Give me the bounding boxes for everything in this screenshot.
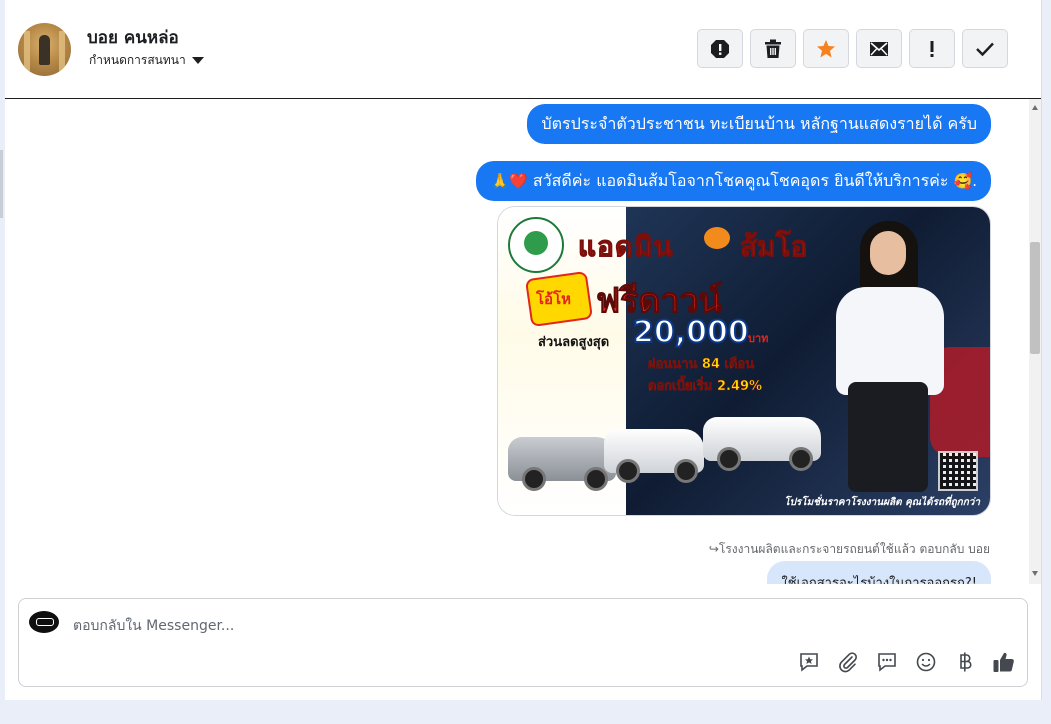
- assign-conversation-dropdown[interactable]: กำหนดการสนทนา: [89, 51, 204, 70]
- mark-unread-button[interactable]: [856, 29, 902, 68]
- dealer-logo: [508, 217, 564, 273]
- car-pickup: [604, 429, 704, 483]
- scrollbar-thumb[interactable]: [1030, 242, 1040, 354]
- qr-code: [938, 451, 978, 491]
- attach-button[interactable]: [835, 649, 861, 675]
- exclamation-icon: [930, 40, 934, 57]
- check-icon: [976, 42, 994, 56]
- promo-footer-text: โปรโมชั่นราคาโรงงานผลิต คุณได้รถที่ถูกกว…: [784, 497, 980, 508]
- promo-title-admin: แอดมิน: [578, 230, 674, 264]
- chat-icon: [878, 653, 896, 672]
- delete-button[interactable]: [750, 29, 796, 68]
- message-bubble: บัตรประจำตัวประชาชน ทะเบียนบ้าน หลักฐานแ…: [527, 104, 991, 144]
- promo-image[interactable]: แอดมิน ส้มโอ โอ้โห ฟรีดาวน์ ส่วนลดสูงสุด…: [497, 206, 991, 516]
- message-input[interactable]: [71, 614, 975, 638]
- pray-heart-emoji: 🙏❤️: [490, 172, 528, 190]
- scroll-up-icon[interactable]: [1032, 105, 1038, 110]
- message-bubble: 🙏❤️ สวัสดีค่ะ แอดมินส้มโอจากโชคคูณโชคอุด…: [476, 161, 991, 201]
- left-edge-marker: [0, 150, 3, 218]
- star-button[interactable]: [803, 29, 849, 68]
- emoji-button[interactable]: [913, 649, 939, 675]
- emoji-icon: [916, 652, 936, 672]
- smiling-hearts-emoji: 🥰.: [953, 172, 977, 190]
- reply-composer: [18, 598, 1028, 687]
- scroll-down-icon[interactable]: [1032, 571, 1038, 576]
- orange-icon: [704, 227, 730, 249]
- car-pickup-rack: [703, 417, 821, 471]
- promo-amount: 20,000: [632, 314, 750, 351]
- baht-icon: [960, 652, 972, 672]
- saved-reply-icon: [800, 653, 818, 672]
- contact-name[interactable]: บอย คนหล่อ: [87, 24, 179, 51]
- promo-give: โอ้โห: [536, 290, 572, 308]
- scrollbar[interactable]: [1029, 99, 1041, 584]
- like-icon: [993, 652, 1014, 672]
- conversation-panel: บอย คนหล่อ กำหนดการสนทนา บัตรประจำตัวประ…: [5, 0, 1042, 700]
- like-button[interactable]: [991, 649, 1017, 675]
- message-text: สวัสดีค่ะ แอดมินส้มโอจากโชคคูณโชคอุดร ยิ…: [527, 171, 954, 190]
- saved-reply-button[interactable]: [796, 649, 822, 675]
- car-sedan: [508, 437, 616, 491]
- star-icon: [817, 39, 835, 57]
- page-avatar: [29, 611, 59, 633]
- attach-icon: [839, 652, 857, 673]
- promo-title-name: ส้มโอ: [739, 230, 808, 264]
- reply-attribution: ↪โรงงานผลิตและกระจายรถยนต์ใช้แล้ว ตอบกลั…: [708, 542, 990, 556]
- payment-button[interactable]: [952, 649, 978, 675]
- chat-button[interactable]: [874, 649, 900, 675]
- conversation-header: บอย คนหล่อ กำหนดการสนทนา: [5, 0, 1041, 99]
- spam-button[interactable]: [697, 29, 743, 68]
- assign-label: กำหนดการสนทนา: [89, 53, 186, 67]
- spam-icon: [711, 39, 729, 58]
- caret-down-icon: [191, 57, 204, 64]
- done-button[interactable]: [962, 29, 1008, 68]
- composer-tools: [796, 649, 1017, 675]
- promo-baht: บาท: [748, 332, 769, 345]
- follow-up-button[interactable]: [909, 29, 955, 68]
- avatar[interactable]: [18, 23, 71, 76]
- message-thread[interactable]: บัตรประจำตัวประชาชน ทะเบียนบ้าน หลักฐานแ…: [5, 99, 1041, 584]
- promo-months: ผ่อนนาน 84 เดือน: [648, 357, 755, 373]
- trash-icon: [765, 39, 781, 58]
- quoted-message-bubble[interactable]: ใช้เอกสารอะไรบ้างในการออกรถ?!: [767, 561, 991, 584]
- mail-icon: [870, 41, 888, 56]
- promo-discount-label: ส่วนลดสูงสุด: [538, 335, 610, 350]
- promo-rate: ดอกเบี้ยเริ่ม 2.49%: [648, 379, 763, 395]
- header-toolbar: [697, 29, 1008, 68]
